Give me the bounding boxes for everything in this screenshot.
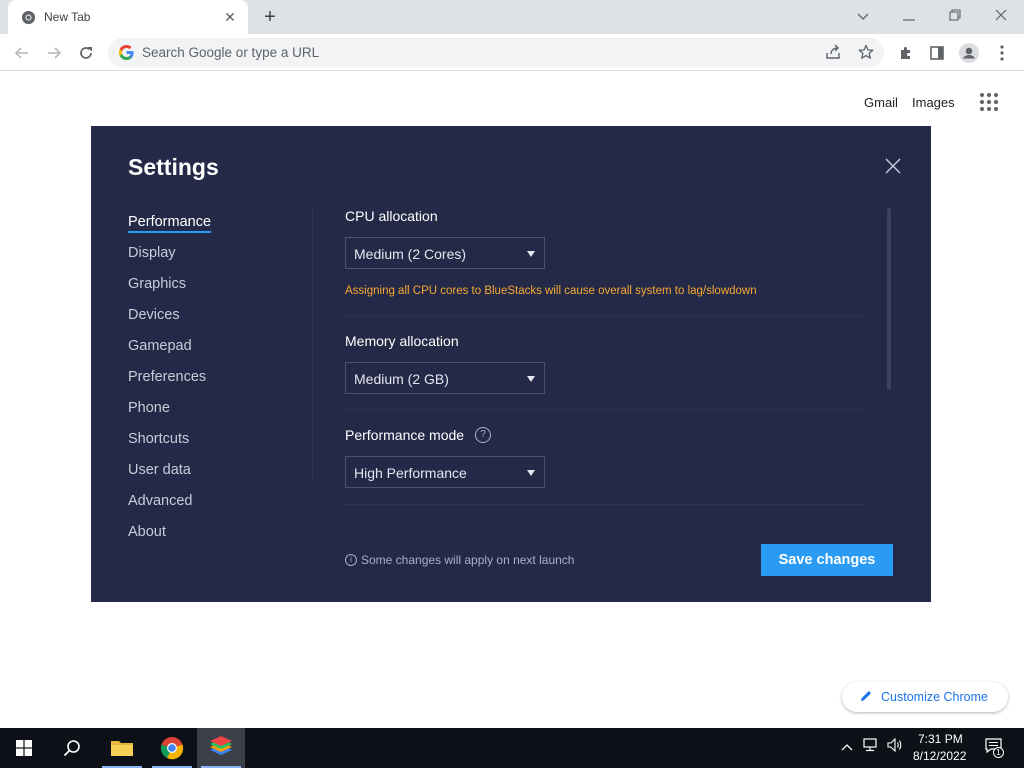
pencil-icon <box>861 691 871 701</box>
chrome-favicon-icon <box>21 10 36 25</box>
omnibox[interactable]: Search Google or type a URL <box>108 38 884 67</box>
performance-mode-label: Performance mode <box>345 427 465 443</box>
omnibox-placeholder: Search Google or type a URL <box>142 45 320 60</box>
memory-allocation-value: Medium (2 GB) <box>354 371 449 387</box>
settings-dialog: Settings Performance Display Graphics De… <box>91 126 931 602</box>
nav-about[interactable]: About <box>128 524 166 540</box>
section-divider <box>345 504 865 505</box>
bluestacks-taskbar-icon[interactable] <box>197 728 245 768</box>
search-icon[interactable] <box>48 728 96 768</box>
chrome-taskbar-icon[interactable] <box>148 728 196 768</box>
windows-taskbar: 7:31 PM 8/12/2022 1 <box>0 728 1024 768</box>
close-icon[interactable] <box>883 156 903 176</box>
customize-chrome-button[interactable]: Customize Chrome <box>842 682 1008 712</box>
tab-strip: New Tab ✕ + <box>0 0 1024 34</box>
nav-performance[interactable]: Performance <box>128 214 212 233</box>
reload-icon[interactable] <box>74 41 98 65</box>
nav-phone[interactable]: Phone <box>128 400 170 416</box>
windows-start-icon[interactable] <box>0 728 48 768</box>
minimize-button[interactable] <box>894 5 924 27</box>
cpu-warning-text: Assigning all CPU cores to BlueStacks wi… <box>345 285 757 297</box>
menu-kebab-icon[interactable] <box>991 42 1013 64</box>
share-icon[interactable] <box>824 44 842 62</box>
network-icon[interactable] <box>862 738 880 756</box>
nav-graphics[interactable]: Graphics <box>128 276 186 292</box>
clock-date[interactable]: 8/12/2022 <box>913 749 966 763</box>
restore-button[interactable] <box>940 5 970 27</box>
tab-close-icon[interactable]: ✕ <box>220 7 240 27</box>
nav-user-data[interactable]: User data <box>128 462 191 478</box>
bookmark-star-icon[interactable] <box>857 44 875 62</box>
save-changes-button[interactable]: Save changes <box>761 544 893 576</box>
memory-allocation-select[interactable]: Medium (2 GB) <box>345 362 545 394</box>
nav-devices[interactable]: Devices <box>128 307 180 323</box>
tab-search-icon[interactable] <box>848 5 878 27</box>
extensions-icon[interactable] <box>895 42 917 64</box>
profile-avatar-icon[interactable] <box>958 42 980 64</box>
dropdown-arrow-icon <box>527 376 535 382</box>
cpu-allocation-label: CPU allocation <box>345 208 438 224</box>
close-window-button[interactable] <box>986 5 1016 27</box>
cpu-allocation-select[interactable]: Medium (2 Cores) <box>345 237 545 269</box>
notification-center-icon[interactable]: 1 <box>982 738 1006 758</box>
settings-scrollbar[interactable] <box>887 208 891 390</box>
google-apps-icon[interactable] <box>980 93 1000 113</box>
sidebar-divider <box>312 208 313 480</box>
nav-advanced[interactable]: Advanced <box>128 493 193 509</box>
notification-count: 1 <box>993 747 1004 758</box>
dropdown-arrow-icon <box>527 251 535 257</box>
gmail-link[interactable]: Gmail <box>864 95 898 110</box>
images-link[interactable]: Images <box>912 95 955 110</box>
nav-preferences[interactable]: Preferences <box>128 369 206 385</box>
performance-mode-select[interactable]: High Performance <box>345 456 545 488</box>
side-panel-icon[interactable] <box>926 42 948 64</box>
nav-gamepad[interactable]: Gamepad <box>128 338 192 354</box>
browser-toolbar: Search Google or type a URL <box>0 34 1024 71</box>
save-changes-label: Save changes <box>778 552 876 568</box>
back-icon[interactable] <box>10 41 34 65</box>
google-g-icon <box>118 44 134 61</box>
performance-mode-value: High Performance <box>354 465 467 481</box>
memory-allocation-label: Memory allocation <box>345 333 459 349</box>
cpu-allocation-value: Medium (2 Cores) <box>354 246 467 262</box>
info-icon: i <box>345 554 357 566</box>
settings-title: Settings <box>128 154 219 180</box>
help-question-icon[interactable]: ? <box>475 427 491 443</box>
clock-time[interactable]: 7:31 PM <box>918 732 963 746</box>
customize-chrome-label: Customize Chrome <box>881 690 988 704</box>
section-divider <box>345 409 865 410</box>
forward-icon[interactable] <box>42 41 66 65</box>
section-divider <box>345 315 865 316</box>
nav-shortcuts[interactable]: Shortcuts <box>128 431 189 447</box>
tab-new-tab[interactable]: New Tab ✕ <box>8 0 248 34</box>
tab-title: New Tab <box>44 10 91 24</box>
show-hidden-icons-chevron-icon[interactable] <box>838 738 856 756</box>
volume-icon[interactable] <box>886 737 904 756</box>
new-tab-button[interactable]: + <box>259 7 281 29</box>
footer-note: Some changes will apply on next launch <box>361 553 575 567</box>
file-explorer-icon[interactable] <box>98 728 146 768</box>
nav-display[interactable]: Display <box>128 245 176 261</box>
dropdown-arrow-icon <box>527 470 535 476</box>
